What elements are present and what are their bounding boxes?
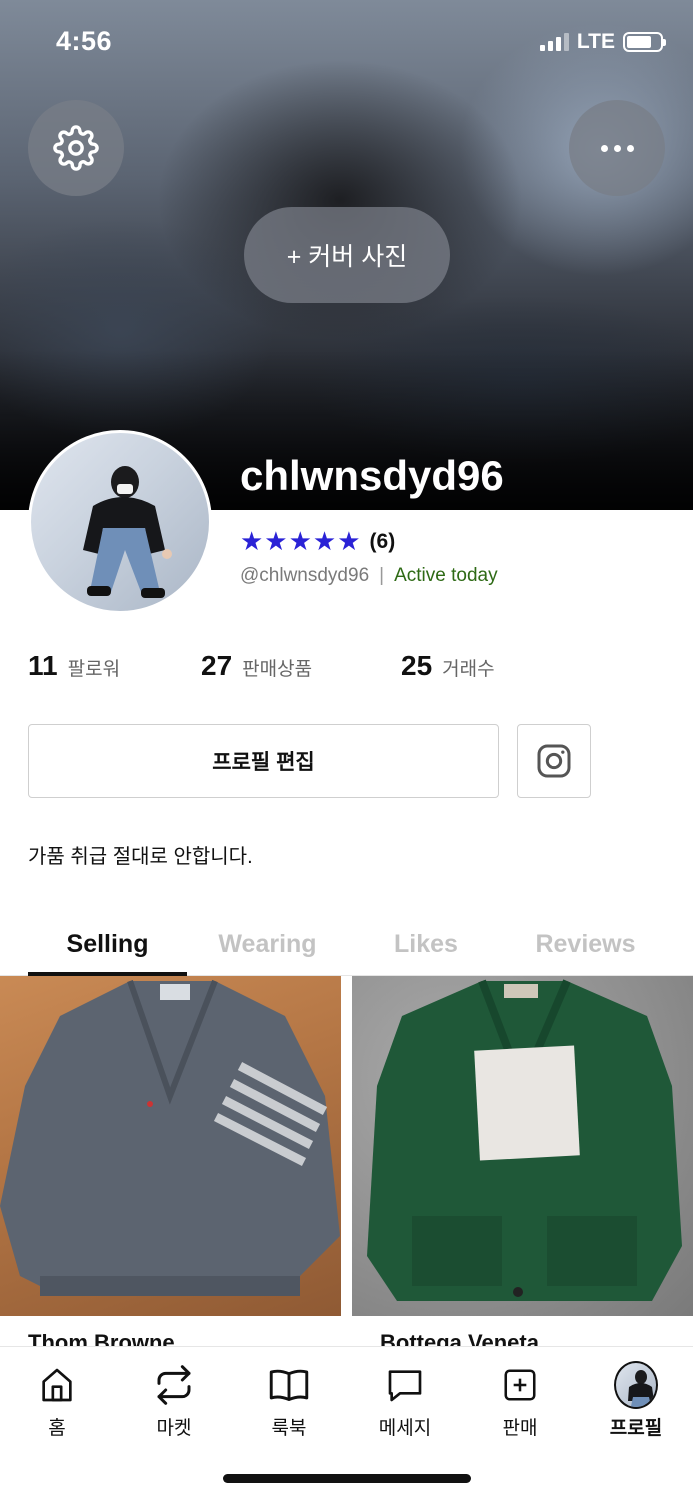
status-indicators: LTE bbox=[539, 30, 666, 54]
stat-label: 판매상품 bbox=[242, 659, 313, 680]
profile-stats: 11 팔로워 27 판매상품 25 거래수 bbox=[28, 650, 495, 682]
signal-icon bbox=[539, 33, 569, 51]
tab-likes[interactable]: Likes bbox=[350, 912, 502, 976]
home-indicator bbox=[223, 1474, 471, 1483]
profile-bio: 가품 취급 절대로 안합니다. bbox=[28, 846, 253, 868]
tab-wearing[interactable]: Wearing bbox=[190, 912, 345, 976]
profile-tabs: Selling Wearing Likes Reviews bbox=[0, 912, 693, 977]
stat-value: 25 bbox=[401, 650, 433, 681]
repeat-icon bbox=[157, 1365, 191, 1405]
review-count: (6) bbox=[369, 529, 396, 553]
separator: | bbox=[379, 565, 385, 586]
stat-listings[interactable]: 27 판매상품 bbox=[201, 650, 401, 682]
stat-label: 팔로워 bbox=[67, 659, 121, 680]
nav-label: 프로필 bbox=[609, 1418, 663, 1439]
instagram-button[interactable] bbox=[517, 724, 591, 798]
profile-username: chlwnsdyd96 bbox=[240, 452, 504, 499]
nav-label: 홈 bbox=[48, 1418, 66, 1439]
stat-transactions[interactable]: 25 거래수 bbox=[401, 650, 495, 682]
settings-button[interactable] bbox=[28, 100, 124, 196]
nav-label: 룩북 bbox=[271, 1418, 307, 1439]
product-photo bbox=[367, 979, 682, 1301]
nav-lookbook[interactable]: 룩북 bbox=[239, 1363, 339, 1440]
product-photo bbox=[0, 979, 340, 1296]
product-card-image[interactable] bbox=[352, 976, 693, 1316]
home-icon bbox=[42, 1368, 72, 1402]
nav-label: 메세지 bbox=[378, 1418, 432, 1439]
instagram-icon bbox=[537, 744, 571, 778]
plus-square-icon bbox=[504, 1369, 536, 1401]
more-horizontal-icon bbox=[600, 144, 634, 152]
profile-avatar-icon bbox=[614, 1361, 658, 1409]
book-icon bbox=[269, 1369, 309, 1401]
activity-status: Active today bbox=[394, 565, 498, 586]
stat-value: 27 bbox=[201, 650, 233, 681]
product-card-image[interactable] bbox=[0, 976, 341, 1316]
message-icon bbox=[388, 1370, 422, 1402]
battery-icon bbox=[623, 32, 666, 52]
add-cover-photo-button[interactable]: + 커버 사진 bbox=[244, 207, 450, 303]
handle-line: @chlwnsdyd96 | Active today bbox=[240, 565, 498, 587]
nav-label: 마켓 bbox=[156, 1418, 192, 1439]
nav-profile[interactable]: 프로필 bbox=[586, 1361, 686, 1440]
stat-label: 거래수 bbox=[442, 659, 495, 680]
stat-followers[interactable]: 11 팔로워 bbox=[28, 650, 201, 682]
status-time: 4:56 bbox=[56, 26, 113, 56]
tab-reviews[interactable]: Reviews bbox=[508, 912, 663, 976]
gear-icon bbox=[53, 125, 99, 171]
nav-home[interactable]: 홈 bbox=[7, 1363, 107, 1440]
stat-value: 11 bbox=[28, 650, 58, 681]
edit-profile-button[interactable]: 프로필 편집 bbox=[28, 724, 499, 798]
user-handle: @chlwnsdyd96 bbox=[240, 565, 370, 586]
profile-avatar[interactable] bbox=[28, 430, 212, 614]
nav-label: 판매 bbox=[502, 1418, 538, 1439]
rating[interactable]: ★★★★★ (6) bbox=[240, 526, 395, 557]
nav-market[interactable]: 마켓 bbox=[124, 1363, 224, 1440]
nav-sell[interactable]: 판매 bbox=[470, 1363, 570, 1440]
nav-messages[interactable]: 메세지 bbox=[355, 1363, 455, 1440]
more-options-button[interactable] bbox=[569, 100, 665, 196]
tab-selling[interactable]: Selling bbox=[28, 912, 187, 977]
avatar-photo bbox=[83, 466, 172, 598]
network-label: LTE bbox=[576, 30, 615, 53]
rating-stars: ★★★★★ bbox=[240, 526, 362, 556]
